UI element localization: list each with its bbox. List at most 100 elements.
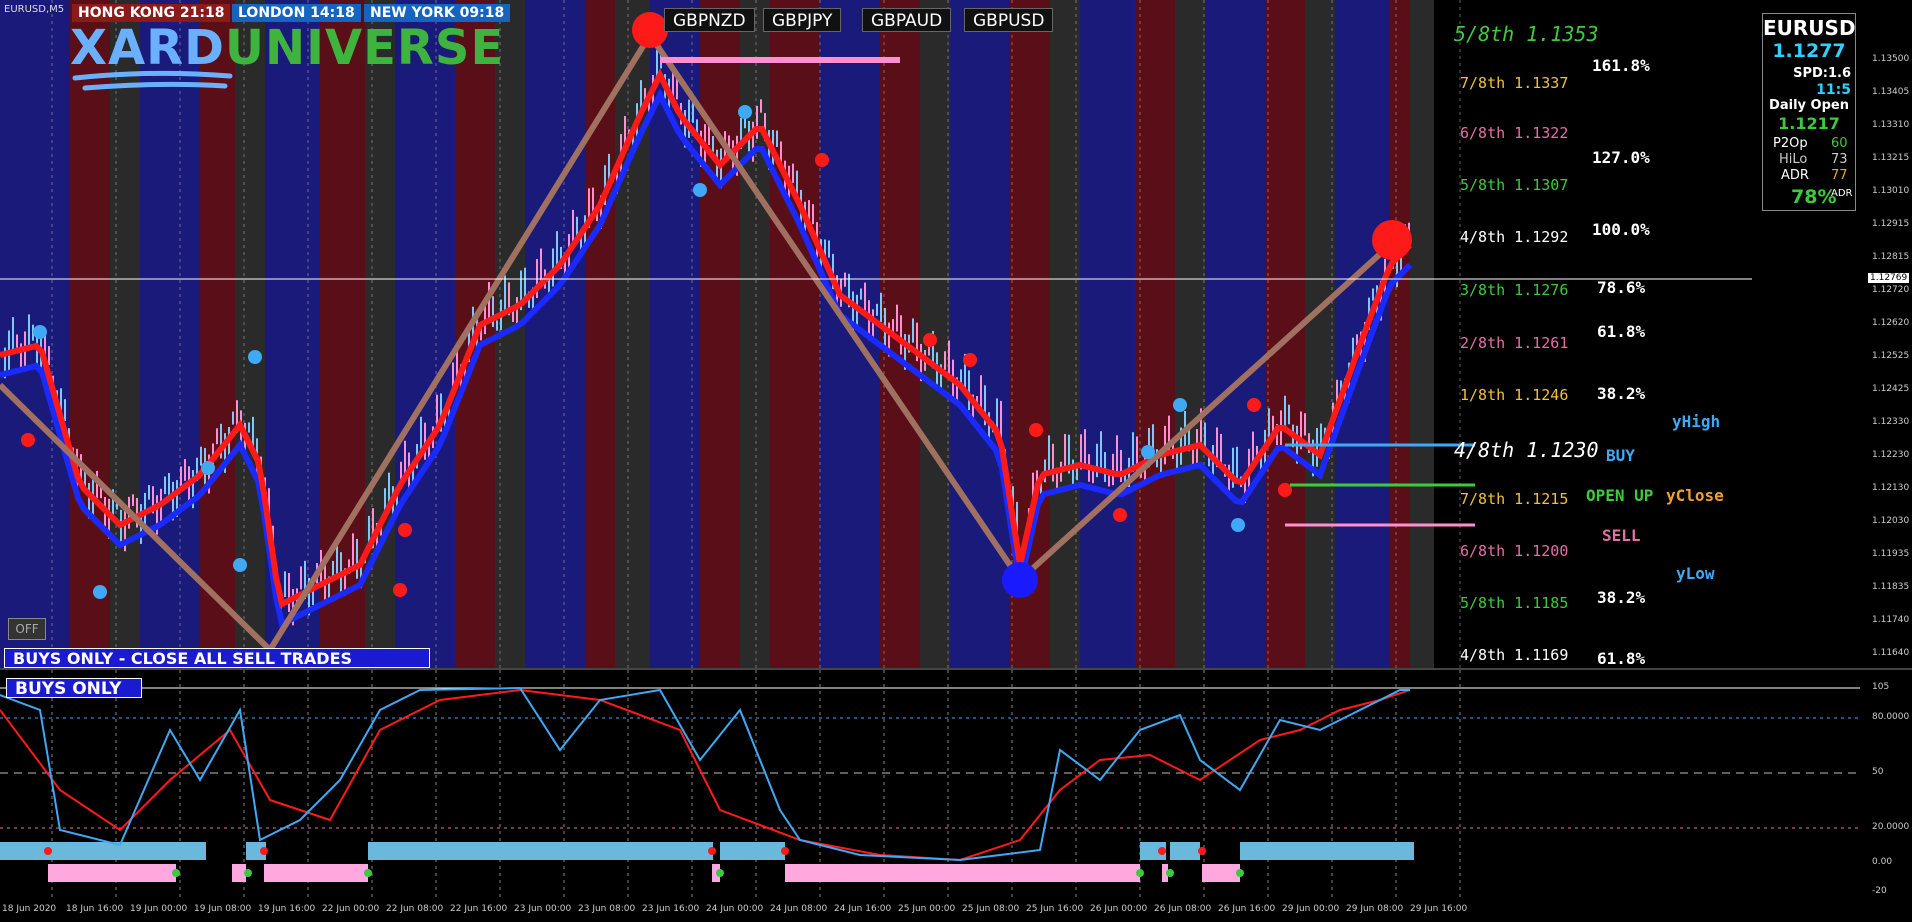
candle	[1052, 443, 1054, 482]
osc-scale-tick: 0.00	[1872, 857, 1893, 867]
osc-scale-tick: 50	[1872, 767, 1884, 777]
oscillator-chart[interactable]	[0, 670, 1912, 922]
time-axis-tick: 22 Jun 16:00	[450, 904, 508, 914]
candle	[132, 494, 134, 506]
osc-red-dot	[260, 847, 268, 855]
blue-signal-dot	[233, 558, 247, 572]
osc-pink-bar	[48, 864, 176, 882]
candle	[792, 163, 794, 183]
current-price-tag: 1.12769	[1868, 273, 1910, 283]
pair-button-gbpusd[interactable]: GBPUSD	[964, 8, 1054, 32]
info-spread: SPD:1.6	[1793, 66, 1851, 81]
info-adr-small: ADR	[1831, 188, 1853, 199]
price-scale-tick: 1.12230	[1872, 450, 1910, 460]
background-band	[395, 0, 455, 668]
blue-signal-dot	[1231, 518, 1245, 532]
price-scale-tick: 1.11640	[1872, 648, 1910, 658]
info-p2op-label: P2Op	[1773, 136, 1808, 151]
osc-buys-only-banner: BUYS ONLY	[6, 678, 142, 699]
red-signal-dot	[1247, 398, 1261, 412]
murrey-level: 5/8th 1.1307	[1460, 176, 1569, 194]
background-band	[1135, 0, 1175, 668]
background-band	[1390, 0, 1410, 668]
red-signal-dot	[21, 433, 35, 447]
blue-signal-dot	[201, 461, 215, 475]
red-signal-dot	[1278, 483, 1292, 497]
candle	[1304, 413, 1306, 436]
candle	[860, 288, 862, 300]
candle	[996, 398, 998, 429]
murrey-level: 4/8th 1.1292	[1460, 228, 1569, 246]
candle	[164, 476, 166, 495]
candle	[812, 204, 814, 225]
pair-button-gbpnzd[interactable]: GBPNZD	[664, 8, 755, 32]
price-scale-tick: 1.13500	[1872, 54, 1910, 64]
price-scale-tick: 1.12030	[1872, 516, 1910, 526]
session-background-bands	[0, 0, 1434, 668]
price-scale-tick: 1.12425	[1872, 384, 1910, 394]
info-p2op: 60	[1831, 136, 1848, 151]
murrey-level: 6/8th 1.1322	[1460, 124, 1569, 142]
candle	[1116, 435, 1118, 476]
info-hilo: 73	[1831, 152, 1848, 167]
fib-level: 127.0%	[1592, 148, 1650, 167]
candle	[912, 318, 914, 343]
pink-level-bar	[660, 57, 900, 63]
osc-scale-tick: 20.0000	[1872, 822, 1910, 832]
candle	[300, 566, 302, 590]
time-axis-tick: 25 Jun 16:00	[1026, 904, 1084, 914]
osc-red-dot	[44, 847, 52, 855]
osc-green-dot	[716, 869, 724, 877]
candle	[184, 459, 186, 481]
time-axis-tick: 19 Jun 16:00	[258, 904, 316, 914]
osc-blue-bar	[720, 842, 785, 860]
background-band	[1080, 0, 1135, 668]
candle	[516, 297, 518, 326]
candle	[492, 296, 494, 328]
candle	[1220, 433, 1222, 463]
candle	[760, 99, 762, 113]
price-scale-tick: 1.12620	[1872, 318, 1910, 328]
osc-red-dot	[1198, 847, 1206, 855]
info-timer: 11:5	[1816, 82, 1851, 98]
candle	[28, 314, 30, 350]
murrey-level: 4/8th 1.1169	[1460, 646, 1569, 664]
time-axis-tick: 18 Jun 2020	[2, 904, 57, 914]
info-adr: 77	[1831, 168, 1848, 183]
fib-level: 61.8%	[1597, 649, 1646, 668]
background-band	[1265, 0, 1305, 668]
price-scale-tick: 1.12815	[1872, 252, 1910, 262]
background-band	[950, 0, 1010, 668]
candle	[744, 117, 746, 129]
off-button[interactable]: OFF	[8, 618, 46, 640]
background-band	[700, 0, 740, 668]
candle	[900, 315, 902, 355]
osc-green-dot	[244, 869, 252, 877]
background-band	[525, 0, 585, 668]
osc-red-dot	[1158, 847, 1166, 855]
price-scale-tick: 1.12330	[1872, 417, 1910, 427]
red-signal-dot	[398, 523, 412, 537]
candle	[968, 370, 970, 411]
osc-green-dot	[172, 869, 180, 877]
time-axis-tick: 24 Jun 16:00	[834, 904, 892, 914]
info-adr-pct: 78%	[1791, 186, 1837, 208]
pair-button-gbpaud[interactable]: GBPAUD	[862, 8, 952, 32]
time-axis-tick: 26 Jun 16:00	[1218, 904, 1276, 914]
candle	[200, 446, 202, 466]
info-panel: EURUSD 1.1277 SPD:1.6 11:5 Daily Open 1.…	[1762, 13, 1856, 211]
background-band	[140, 0, 200, 668]
background-band	[1050, 0, 1080, 668]
murrey-level: 5/8th 1.1353	[1454, 22, 1599, 46]
background-band	[920, 0, 950, 668]
time-axis-tick: 18 Jun 16:00	[66, 904, 124, 914]
osc-blue-bar	[1170, 842, 1200, 860]
red-signal-dot	[815, 153, 829, 167]
background-band	[200, 0, 235, 668]
osc-blue-bar	[0, 842, 176, 860]
time-axis-tick: 26 Jun 08:00	[1154, 904, 1212, 914]
pair-button-gbpjpy[interactable]: GBPJPY	[763, 8, 842, 32]
fib-level: 38.2%	[1597, 384, 1646, 403]
red-signal-dot	[393, 583, 407, 597]
logo-swoosh-icon	[72, 70, 233, 91]
